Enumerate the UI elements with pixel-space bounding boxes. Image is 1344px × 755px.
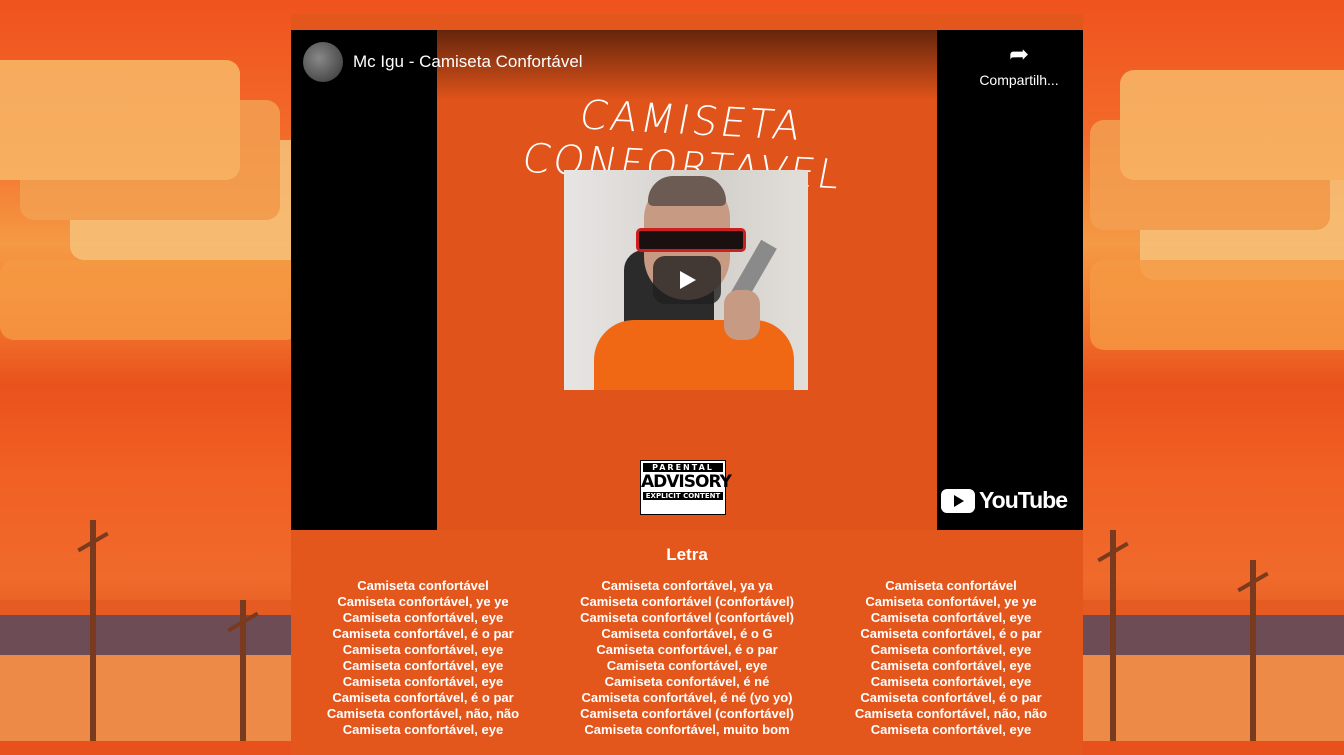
lyrics-column: Camiseta confortável Camiseta confortáve… — [819, 578, 1083, 738]
lyric-line: Camiseta confortável — [357, 578, 489, 593]
share-button[interactable]: ➦ Compartilh... — [969, 41, 1069, 89]
lyric-line: Camiseta confortável, é o par — [332, 626, 514, 641]
lyric-line: Camiseta confortável, não, não — [326, 706, 520, 721]
parental-advisory-logo: PARENTAL ADVISORY EXPLICIT CONTENT — [640, 460, 732, 515]
lyric-line: Camiseta confortável, ya ya — [601, 578, 773, 593]
lyric-line: Camiseta confortável, é né (yo yo) — [581, 690, 793, 705]
lyric-line: Camiseta confortável (confortável) — [580, 706, 794, 721]
share-label: Compartilh... — [979, 72, 1059, 88]
lyric-line: Camiseta confortável, eye — [342, 674, 504, 689]
youtube-icon — [941, 488, 976, 513]
lyric-line: Camiseta confortável, é o par — [860, 690, 1042, 705]
youtube-logo[interactable]: YouTube — [941, 487, 1068, 514]
lyric-line: Camiseta confortável, eye — [870, 722, 1032, 737]
channel-avatar[interactable] — [303, 42, 343, 82]
lyric-line: Camiseta confortável, eye — [342, 610, 504, 625]
lyric-line: Camiseta confortável, não, não — [854, 706, 1048, 721]
lyric-line: Camiseta confortável, eye — [870, 658, 1032, 673]
lyric-line: Camiseta confortável, é o par — [332, 690, 514, 705]
lyric-line: Camiseta confortável, eye — [870, 610, 1032, 625]
lyric-line: Camiseta confortável, é o par — [860, 626, 1042, 641]
lyric-line: Camiseta confortável, é né — [604, 674, 770, 689]
lyric-line: Camiseta confortável, eye — [342, 658, 504, 673]
lyric-line: Camiseta confortável (confortável) — [580, 594, 794, 609]
youtube-embed[interactable]: CAMISETA CONFORTAVEL PARENTAL ADVISORY E… — [291, 30, 1083, 530]
lyric-line: Camiseta confortável, muito bom — [584, 722, 790, 737]
play-button[interactable] — [653, 256, 721, 304]
lyric-line: Camiseta confortável, eye — [606, 658, 768, 673]
lyric-line: Camiseta confortável, é o par — [596, 642, 778, 657]
lyric-line: Camiseta confortável, ye ye — [865, 594, 1037, 609]
lyric-line: Camiseta confortável, eye — [342, 722, 504, 737]
lyrics-heading: Letra — [666, 545, 708, 564]
lyric-line: Camiseta confortável, eye — [870, 674, 1032, 689]
lyrics-column: Camiseta confortável Camiseta confortáve… — [291, 578, 555, 738]
video-title[interactable]: Mc Igu - Camiseta Confortável — [353, 52, 583, 72]
lyric-line: Camiseta confortável (confortável) — [580, 610, 794, 625]
lyric-line: Camiseta confortável, eye — [342, 642, 504, 657]
lyric-line: Camiseta confortável, eye — [870, 642, 1032, 657]
lyric-line: Camiseta confortável, é o G — [601, 626, 773, 641]
lyric-line: Camiseta confortável, ye ye — [337, 594, 509, 609]
lyric-line: Camiseta confortável — [885, 578, 1017, 593]
lyrics-columns: Camiseta confortável Camiseta confortáve… — [291, 578, 1083, 738]
lyrics-column: Camiseta confortável, ya ya Camiseta con… — [555, 578, 819, 738]
share-icon: ➦ — [1008, 41, 1030, 68]
